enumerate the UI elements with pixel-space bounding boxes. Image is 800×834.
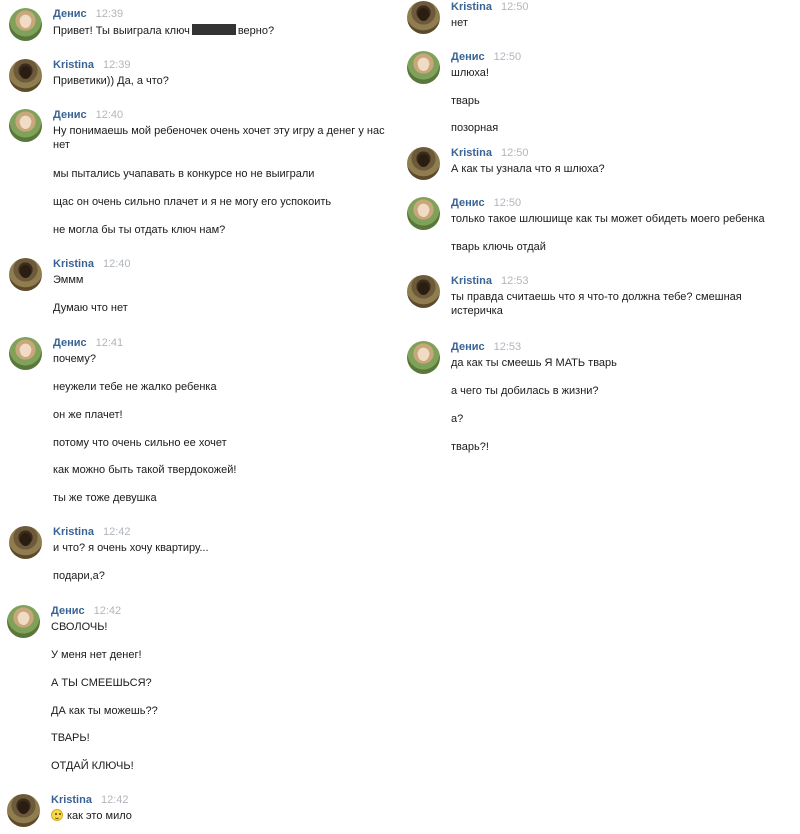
message-text: а чего ты добилась в жизни? [451, 385, 599, 397]
avatar[interactable] [7, 605, 40, 638]
message-text: Приветики)) Да, а что? [53, 75, 169, 87]
message-time: 12:39 [102, 59, 131, 71]
avatar[interactable] [407, 51, 440, 84]
message-text: не могла бы ты отдать ключ нам? [53, 224, 226, 236]
sender-name[interactable]: Денис [53, 337, 87, 349]
message-text: ОТДАЙ КЛЮЧЬ! [51, 760, 134, 772]
avatar[interactable] [9, 8, 42, 41]
message-text: У меня нет денег! [51, 649, 142, 661]
sender-name[interactable]: Kristina [451, 1, 492, 13]
message-time: 12:39 [95, 8, 124, 20]
sender-name[interactable]: Денис [53, 109, 87, 121]
message-header: Kristina 12:42 [53, 526, 131, 539]
message-text: ты же тоже девушка [53, 492, 157, 504]
message-text: как можно быть такой твердокожей! [53, 464, 237, 476]
message-time: 12:40 [95, 109, 124, 121]
message-text: Думаю что нет [53, 302, 128, 314]
message-text: подари,а? [53, 570, 105, 582]
sender-name[interactable]: Kristina [53, 526, 94, 538]
message-text: тварь ключь отдай [451, 241, 546, 253]
avatar[interactable] [407, 275, 440, 308]
message-text: потому что очень сильно ее хочет [53, 437, 227, 449]
smile-emoji-icon [51, 809, 63, 821]
message-time: 12:42 [102, 526, 131, 538]
sender-name[interactable]: Денис [51, 605, 85, 617]
message-header: Kristina 12:39 [53, 59, 131, 72]
sender-name[interactable]: Kristina [51, 794, 92, 806]
message-text: А ТЫ СМЕЕШЬСЯ? [51, 677, 152, 689]
message-header: Kristina 12:42 [51, 794, 129, 807]
message-text: ДА как ты можешь?? [51, 705, 158, 717]
message-text: нет [451, 17, 468, 29]
sender-name[interactable]: Kristina [53, 59, 94, 71]
message-header: Денис 12:41 [53, 337, 123, 350]
avatar[interactable] [9, 526, 42, 559]
message-text: мы пытались учапавать в конкурсе но не в… [53, 168, 315, 180]
sender-name[interactable]: Денис [451, 51, 485, 63]
avatar[interactable] [9, 109, 42, 142]
message-time: 12:41 [95, 337, 124, 349]
avatar[interactable] [9, 59, 42, 92]
message-header: Kristina 12:50 [451, 1, 529, 14]
message-text: тварь [451, 95, 480, 107]
message-time: 12:50 [493, 197, 522, 209]
message-header: Денис 12:42 [51, 605, 121, 618]
sender-name[interactable]: Kristina [451, 275, 492, 287]
message-text: шлюха! [451, 67, 489, 79]
sender-name[interactable]: Денис [53, 8, 87, 20]
message-header: Kristina 12:50 [451, 147, 529, 160]
message-text: он же плачет! [53, 409, 123, 421]
sender-name[interactable]: Kristina [451, 147, 492, 159]
message-header: Денис 12:40 [53, 109, 123, 122]
message-text: почему? [53, 353, 96, 365]
message-text: неужели тебе не жалко ребенка [53, 381, 217, 393]
message-text: Ну понимаешь мой ребеночек очень хочет э… [53, 125, 385, 151]
message-text: ты правда считаешь что я что-то должна т… [451, 291, 742, 317]
redaction-bar [191, 24, 236, 35]
message-time: 12:50 [500, 1, 529, 13]
message-text: Эммм [53, 274, 84, 286]
message-time: 12:42 [93, 605, 122, 617]
message-time: 12:42 [100, 794, 129, 806]
avatar[interactable] [407, 197, 440, 230]
message-text: щас он очень сильно плачет и я не могу е… [53, 196, 332, 208]
message-header: Денис 12:53 [451, 341, 521, 354]
message-time: 12:50 [493, 51, 522, 63]
avatar[interactable] [9, 337, 42, 370]
message-text: СВОЛОЧЬ! [51, 621, 108, 633]
message-text: а? [451, 413, 464, 425]
message-header: Kristina 12:40 [53, 258, 131, 271]
message-text: и что? я очень хочу квартиру... [53, 542, 209, 554]
message-text: тварь?! [451, 441, 489, 453]
avatar[interactable] [407, 147, 440, 180]
avatar[interactable] [407, 1, 440, 34]
message-text: позорная [451, 122, 499, 134]
avatar[interactable] [407, 341, 440, 374]
message-text: да как ты смеешь Я МАТЬ тварь [451, 357, 617, 369]
message-text: А как ты узнала что я шлюха? [451, 163, 605, 175]
message-text: как это мило [51, 809, 132, 823]
message-time: 12:53 [493, 341, 522, 353]
message-time: 12:53 [500, 275, 529, 287]
message-text: только такое шлюшище как ты может обидет… [451, 213, 765, 225]
message-header: Денис 12:50 [451, 51, 521, 64]
sender-name[interactable]: Денис [451, 341, 485, 353]
message-header: Kristina 12:53 [451, 275, 529, 288]
message-header: Денис 12:39 [53, 8, 123, 21]
message-header: Денис 12:50 [451, 197, 521, 210]
avatar[interactable] [9, 258, 42, 291]
avatar[interactable] [7, 794, 40, 827]
message-text: ТВАРЬ! [51, 732, 90, 744]
message-time: 12:50 [500, 147, 529, 159]
message-text: Привет! Ты выиграла ключ верно? [53, 24, 275, 37]
sender-name[interactable]: Денис [451, 197, 485, 209]
sender-name[interactable]: Kristina [53, 258, 94, 270]
message-time: 12:40 [102, 258, 131, 270]
